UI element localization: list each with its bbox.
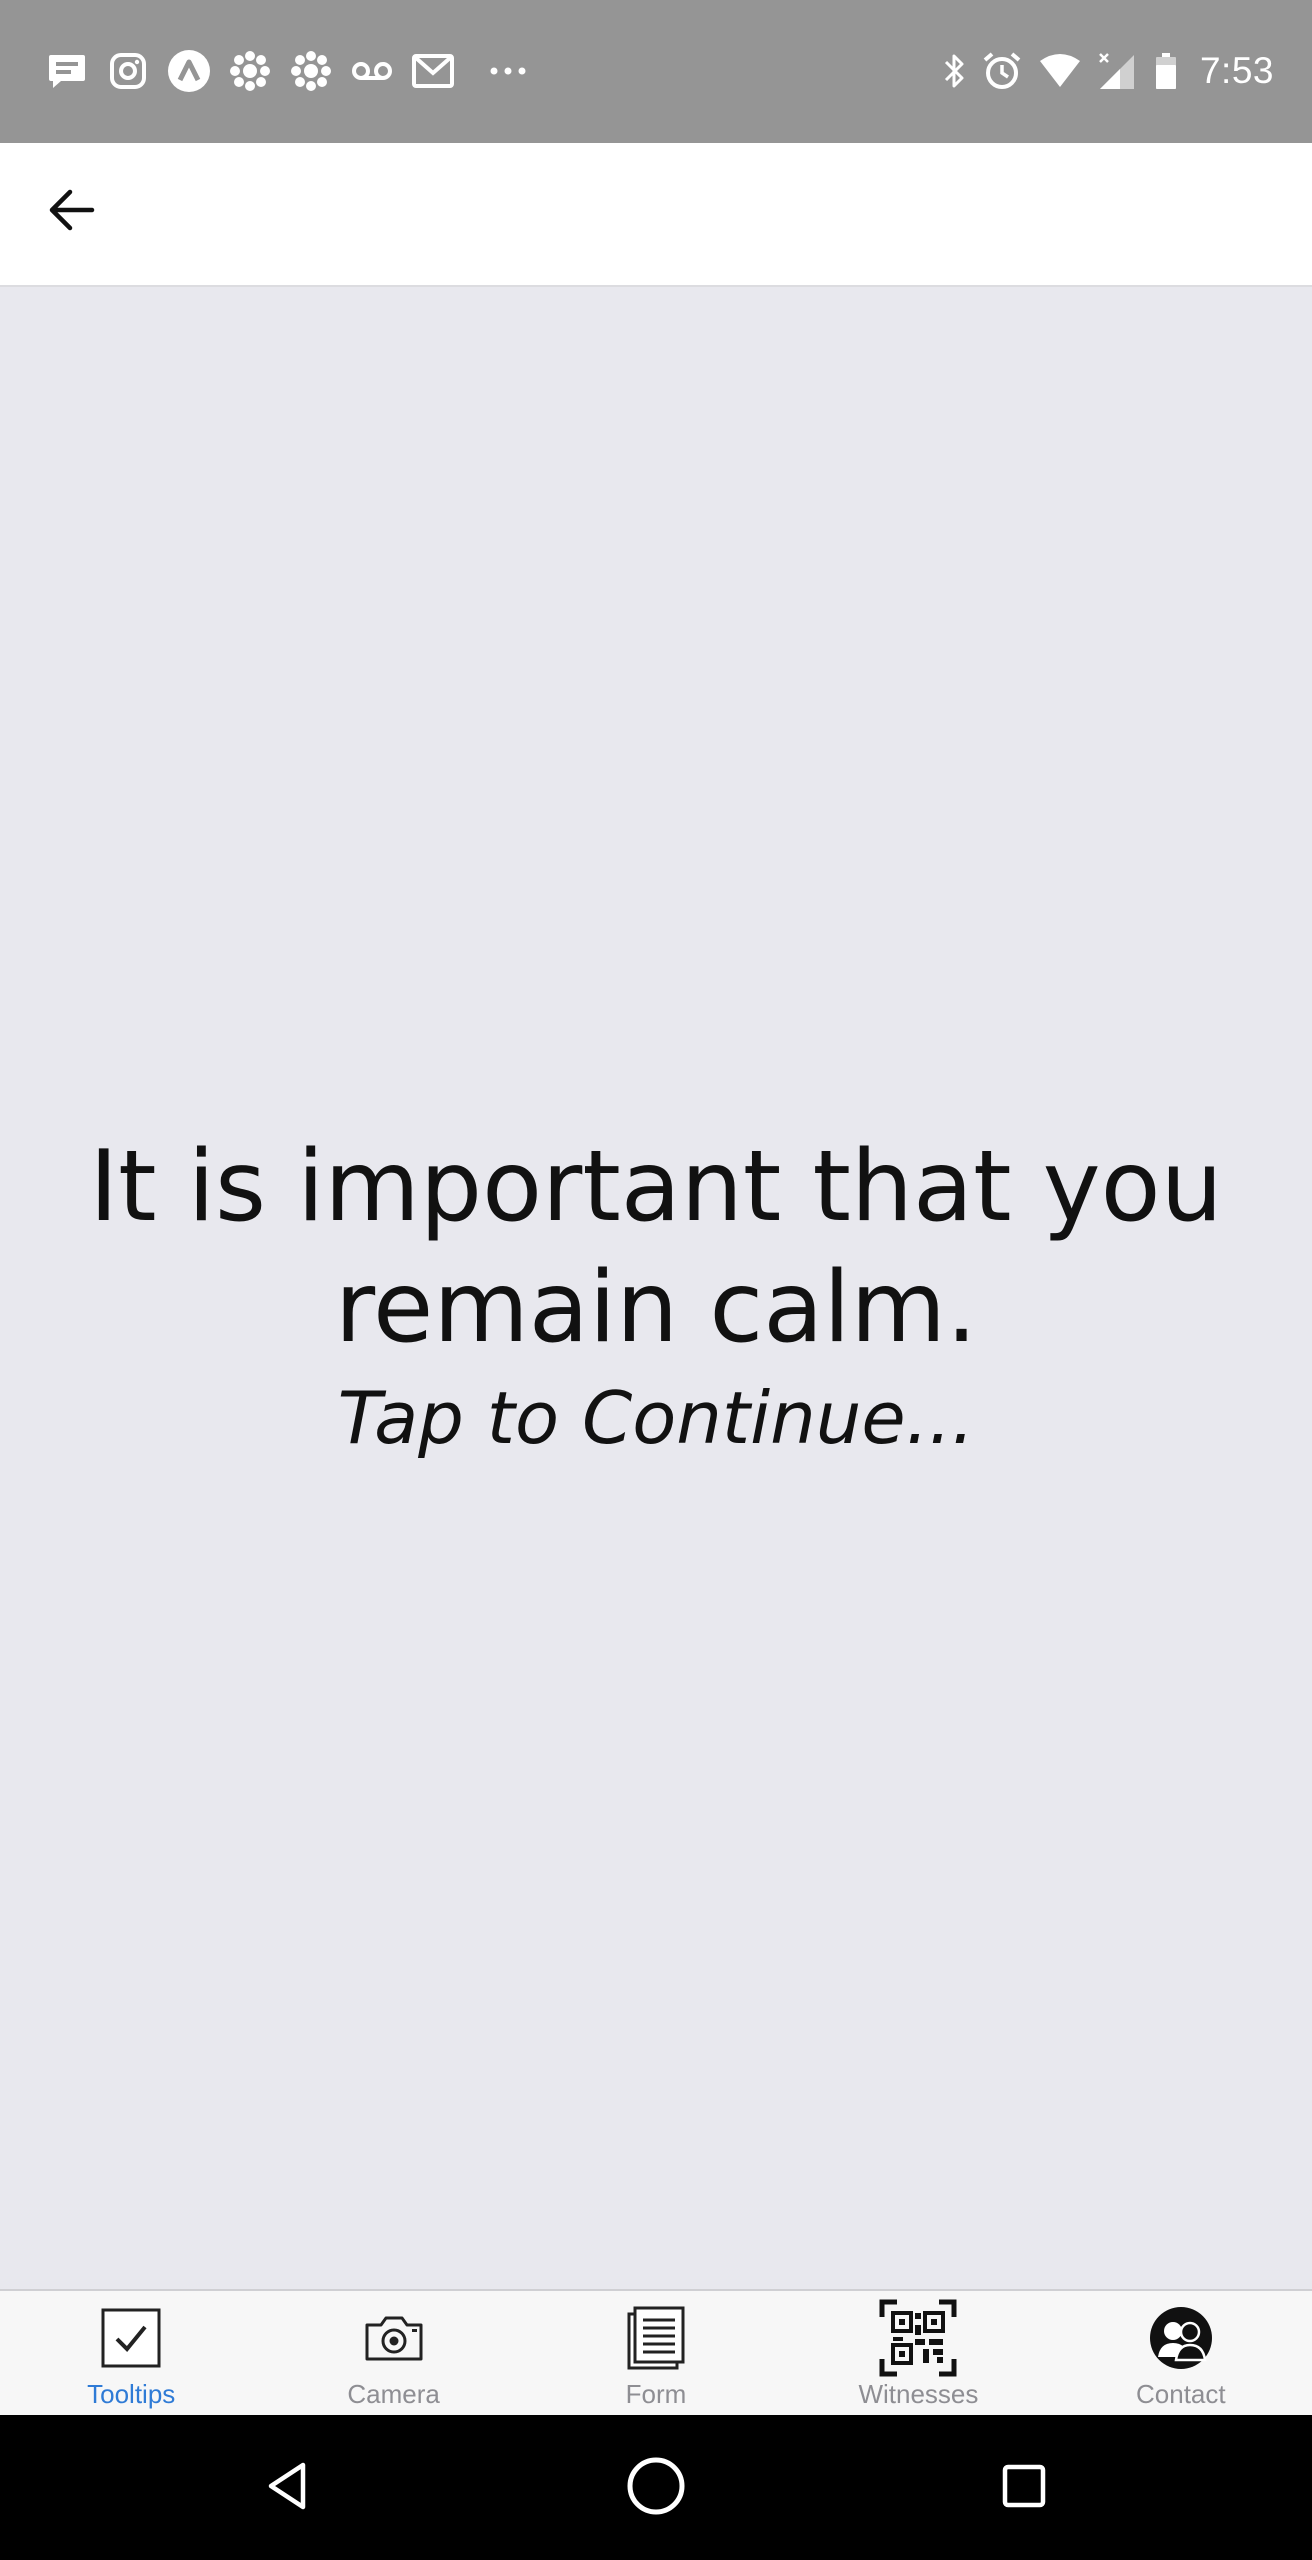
back-button[interactable] [36, 176, 108, 248]
app-bar [0, 143, 1312, 287]
nav-recents-button[interactable] [987, 2451, 1061, 2525]
tab-camera[interactable]: Camera [262, 2291, 524, 2417]
nav-back-button[interactable] [250, 2451, 324, 2525]
back-triangle-icon [263, 2460, 311, 2517]
alarm-icon [982, 48, 1022, 94]
tab-label: Tooltips [87, 2379, 176, 2409]
app-a-icon [166, 48, 212, 94]
checkbox-icon [100, 2301, 162, 2375]
qr-code-icon [879, 2299, 957, 2377]
voicemail-icon [349, 48, 395, 94]
tab-label: Witnesses [858, 2379, 979, 2409]
home-circle-icon [626, 2456, 686, 2521]
tap-to-continue-prompt: Tap to Continue... [337, 1376, 975, 1460]
recents-square-icon [1001, 2463, 1047, 2514]
message-icon [44, 48, 90, 94]
notification-icons [44, 46, 546, 96]
tap-to-continue-area[interactable]: It is important that you remain calm. Ta… [0, 287, 1312, 2289]
tab-form[interactable]: Form [525, 2291, 787, 2417]
arrow-left-icon [48, 188, 96, 237]
calm-message: It is important that you remain calm. [89, 1130, 1223, 1365]
tab-tooltips[interactable]: Tooltips [0, 2291, 262, 2417]
cell-signal-icon [1098, 48, 1138, 94]
nav-home-button[interactable] [619, 2451, 693, 2525]
screen: 7:53 It is important that you remain cal… [0, 0, 1312, 2560]
bluetooth-icon [942, 48, 966, 94]
tab-label: Form [625, 2379, 687, 2409]
tab-witnesses[interactable]: Witnesses [787, 2291, 1049, 2417]
tab-contact[interactable]: Contact [1050, 2291, 1312, 2417]
wifi-icon [1038, 48, 1082, 94]
system-icons: 7:53 [926, 46, 1274, 96]
contacts-icon [1148, 2301, 1214, 2375]
more-dots-icon [485, 48, 531, 94]
camera-icon [363, 2301, 425, 2375]
status-time: 7:53 [1199, 50, 1274, 91]
status-bar: 7:53 [0, 0, 1312, 143]
document-icon [626, 2301, 686, 2375]
gmail-icon [410, 48, 456, 94]
tab-label: Contact [1136, 2379, 1226, 2409]
cbc-icon [288, 48, 334, 94]
system-navigation-bar [0, 2415, 1312, 2560]
battery-icon [1154, 48, 1178, 94]
instagram-icon [105, 48, 151, 94]
tab-label: Camera [347, 2379, 440, 2409]
cbc-icon [227, 48, 273, 94]
tab-bar: Tooltips Camera Form Witnesses Contact [0, 2289, 1312, 2417]
